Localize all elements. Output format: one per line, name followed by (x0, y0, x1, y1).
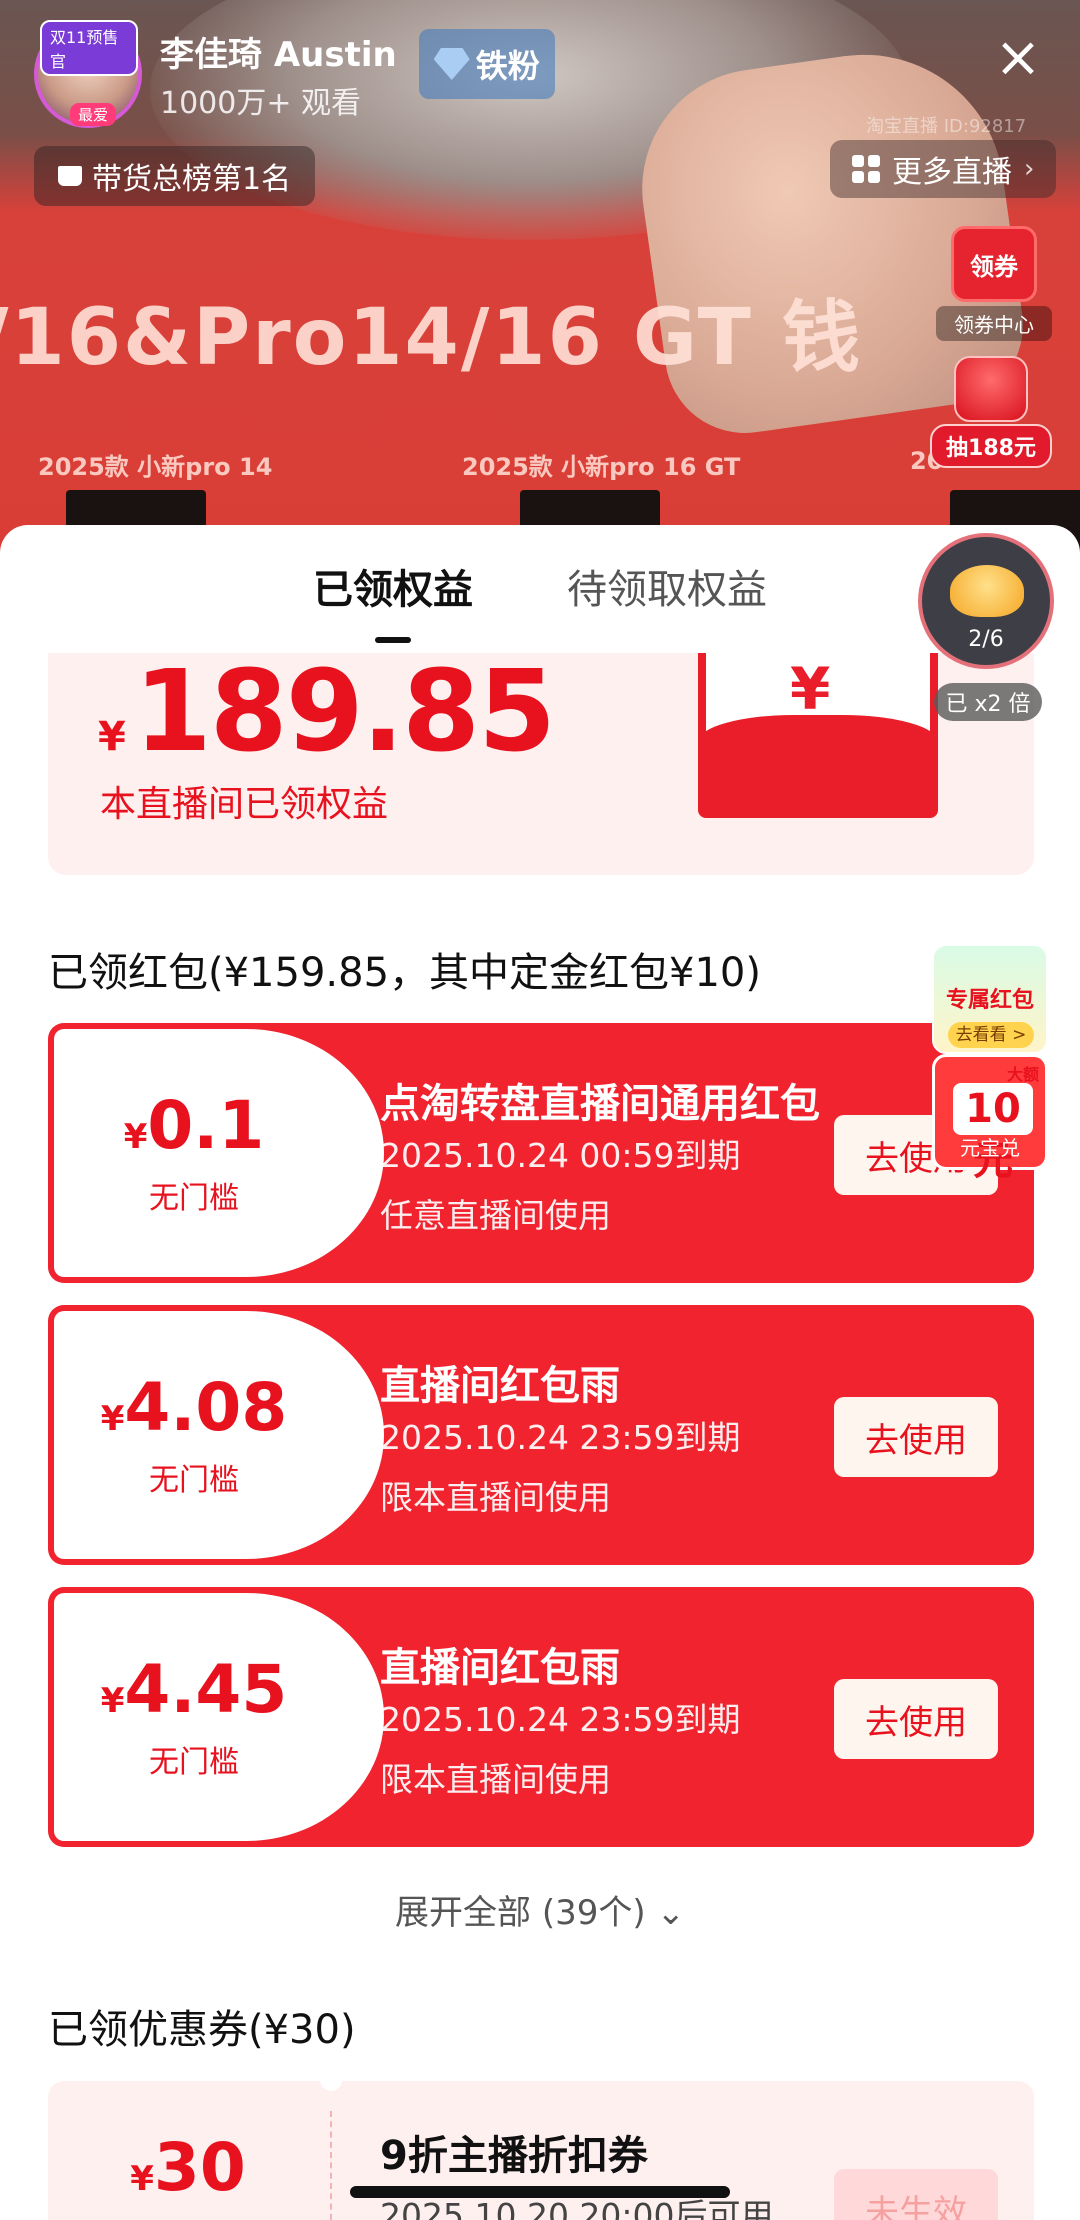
red-packet-scope: 任意直播间使用 (380, 1196, 611, 1235)
yuan-icon: ¥ (790, 655, 831, 723)
gold-ingot-icon (950, 565, 1024, 617)
avatar[interactable]: 双11预售官 最爱 (34, 20, 142, 128)
coupon-card[interactable]: ¥30 9折主播折扣券 2025.10.20 20:00后可用 未生效 (48, 2081, 1034, 2220)
coupon-center-label: 领券中心 (936, 306, 1052, 341)
red-packet-scope: 限本直播间使用 (380, 1760, 611, 1799)
currency-symbol: ¥ (123, 1117, 148, 1157)
gift-icon (954, 356, 1028, 422)
red-packet-card[interactable]: ¥0.1 无门槛 点淘转盘直播间通用红包 2025.10.24 00:59到期 … (48, 1023, 1034, 1283)
rank-badge[interactable]: 带货总榜第1名 (34, 146, 316, 206)
more-live-label: 更多直播 (892, 155, 1012, 190)
tab-claimed-benefits[interactable]: 已领权益 (313, 557, 473, 643)
divider (330, 2111, 332, 2220)
red-envelope-illustration: ¥ (698, 653, 938, 818)
anchor-name: 李佳琦 Austin (160, 34, 397, 75)
use-button[interactable]: 去使用 (834, 1679, 998, 1759)
product-model-label: 2025款 小新pro 14 (38, 453, 273, 481)
chevron-right-icon: › (1024, 154, 1035, 184)
lottery-label: 抽188元 (930, 424, 1052, 468)
summary-label: 本直播间已领权益 (100, 784, 389, 825)
currency-symbol: ¥ (130, 2159, 154, 2199)
product-model-label: 2025款 小新pro 16 GT (462, 453, 741, 481)
multiplier-badge: 已 x2 倍 (934, 683, 1042, 721)
cart-icon (58, 166, 82, 186)
currency-symbol: ¥ (100, 1681, 125, 1721)
large-amount-tag: 大额 (1006, 1065, 1039, 1084)
red-packet-condition: 无门槛 (149, 1745, 239, 1780)
use-button[interactable]: 去使用 (834, 1397, 998, 1477)
ingot-progress-count: 2/6 (968, 627, 1004, 652)
rank-label: 带货总榜第1名 (92, 162, 292, 197)
yuanbao-amount: 10元 (953, 1083, 1033, 1184)
coupon-center-button[interactable]: 领券 领券中心 (936, 226, 1052, 341)
red-packet-amount-area: ¥4.08 无门槛 (54, 1311, 384, 1559)
red-packet-condition: 无门槛 (149, 1463, 239, 1498)
red-packet-condition: 无门槛 (149, 1181, 239, 1216)
chevron-down-icon: ⌄ (656, 1893, 685, 1933)
avatar-heart-badge: 最爱 (70, 103, 117, 126)
currency-symbol: ¥ (98, 714, 126, 760)
home-indicator[interactable] (350, 2186, 730, 2198)
red-packet-amount: 4.08 (124, 1369, 288, 1446)
anchor-header[interactable]: 双11预售官 最爱 李佳琦 Austin 1000万+ 观看 铁粉 (34, 20, 555, 128)
tab-pending-benefits[interactable]: 待领取权益 (567, 557, 767, 615)
close-icon[interactable]: × (990, 30, 1046, 86)
yuanbao-label: 元宝兑 (960, 1136, 1020, 1160)
red-packet-expiry: 2025.10.24 00:59到期 (380, 1136, 741, 1175)
more-live-button[interactable]: 更多直播 › (830, 140, 1057, 198)
not-active-button[interactable]: 未生效 (834, 2169, 998, 2220)
currency-symbol: ¥ (100, 1399, 125, 1439)
red-packet-name: 直播间红包雨 (380, 1363, 620, 1409)
benefits-summary-card: ¥ 189.85 本直播间已领权益 ¥ (48, 653, 1034, 875)
red-packet-amount: 4.45 (124, 1651, 288, 1728)
coupon-name: 9折主播折扣券 (380, 2133, 648, 2179)
exclusive-red-packet-widget[interactable]: 专属红包 去看看 > (932, 944, 1048, 1054)
stream-banner-title: /16&Pro14/16 GT 钱 (0, 293, 863, 383)
red-packet-amount-area: ¥0.1 无门槛 (54, 1029, 384, 1277)
summary-amount-value: 189.85 (133, 653, 556, 777)
fan-badge-label: 铁粉 (475, 47, 540, 85)
lottery-button[interactable]: 抽188元 (930, 356, 1052, 468)
grid-icon (852, 155, 880, 183)
red-packet-amount: 0.1 (147, 1087, 265, 1164)
avatar-tag: 双11预售官 (40, 20, 138, 76)
anchor-info: 李佳琦 Austin 1000万+ 观看 (160, 27, 397, 122)
red-packet-card[interactable]: ¥4.45 无门槛 直播间红包雨 2025.10.24 23:59到期 限本直播… (48, 1587, 1034, 1847)
diamond-icon (433, 48, 470, 80)
viewer-count: 1000万+ 观看 (160, 85, 362, 121)
expand-all-button[interactable]: 展开全部 (39个) ⌄ (0, 1885, 1080, 1934)
coupon-amount: 30 (153, 2129, 246, 2206)
red-packet-name: 点淘转盘直播间通用红包 (380, 1081, 820, 1127)
yuanbao-exchange-widget[interactable]: 大额 10元 元宝兑 (932, 1054, 1048, 1184)
red-packets-section-title: 已领红包(¥159.85，其中定金红包¥10) (48, 950, 761, 996)
exclusive-view-button[interactable]: 去看看 > (948, 1022, 1034, 1048)
red-packet-amount-area: ¥4.45 无门槛 (54, 1593, 384, 1841)
fan-badge[interactable]: 铁粉 (418, 29, 555, 99)
exclusive-title: 专属红包 (945, 988, 1034, 1013)
live-id-watermark: 淘宝直播 ID:92817 (866, 116, 1027, 137)
red-packet-expiry: 2025.10.24 23:59到期 (380, 1700, 741, 1739)
benefits-sheet: 已领权益 待领取权益 ¥ 189.85 本直播间已领权益 ¥ 已领红包(¥159… (0, 525, 1080, 2220)
summary-amount: ¥ 189.85 (98, 653, 556, 777)
red-packet-scope: 限本直播间使用 (380, 1478, 611, 1517)
ingot-progress-widget[interactable]: 2/6 (918, 533, 1054, 669)
coupons-section-title: 已领优惠券(¥30) (48, 2007, 356, 2053)
red-packet-expiry: 2025.10.24 23:59到期 (380, 1418, 741, 1457)
red-packet-name: 直播间红包雨 (380, 1645, 620, 1691)
coupon-icon: 领券 (951, 226, 1037, 302)
red-packet-card[interactable]: ¥4.08 无门槛 直播间红包雨 2025.10.24 23:59到期 限本直播… (48, 1305, 1034, 1565)
expand-all-label: 展开全部 (39个) (395, 1893, 646, 1933)
